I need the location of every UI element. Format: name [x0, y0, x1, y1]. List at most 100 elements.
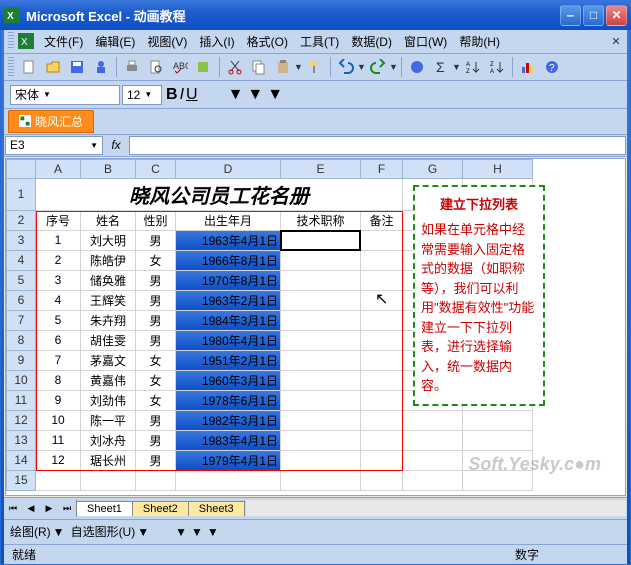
data-cell[interactable]: 10 [36, 411, 81, 431]
data-cell[interactable]: 1963年2月1日 [176, 291, 281, 311]
menu-tools[interactable]: 工具(T) [294, 31, 345, 52]
data-cell[interactable]: 1 [36, 231, 81, 251]
data-cell[interactable] [281, 471, 361, 491]
italic-button[interactable]: I [180, 86, 184, 104]
data-cell[interactable]: 王辉笑 [81, 291, 136, 311]
data-cell[interactable] [81, 471, 136, 491]
close-button[interactable]: ✕ [606, 5, 627, 26]
hscroll[interactable] [246, 500, 626, 516]
title-cell[interactable]: 晓风公司员工花名册 [36, 179, 403, 211]
menu-file[interactable]: 文件(F) [38, 31, 89, 52]
autoshapes-menu[interactable]: 自选图形(U) [71, 523, 136, 540]
data-cell[interactable]: 男 [136, 431, 176, 451]
data-cell[interactable] [281, 351, 361, 371]
data-cell[interactable] [281, 371, 361, 391]
select-all-corner[interactable] [6, 159, 36, 179]
data-cell[interactable] [463, 471, 533, 491]
data-cell[interactable]: 3 [36, 271, 81, 291]
header-cell[interactable]: 序号 [36, 211, 81, 231]
data-cell[interactable]: 女 [136, 371, 176, 391]
row-header-1[interactable]: 1 [6, 179, 36, 211]
row-header-7[interactable]: 7 [6, 311, 36, 331]
menu-help[interactable]: 帮助(H) [453, 31, 506, 52]
data-cell[interactable] [361, 291, 403, 311]
row-header-6[interactable]: 6 [6, 291, 36, 311]
grip-handle[interactable] [8, 32, 14, 50]
data-cell[interactable] [463, 411, 533, 431]
data-cell[interactable]: 男 [136, 331, 176, 351]
row-header-9[interactable]: 9 [6, 351, 36, 371]
data-cell[interactable]: 男 [136, 451, 176, 471]
row-header-12[interactable]: 12 [6, 411, 36, 431]
formatpainter-button[interactable] [304, 56, 326, 78]
menu-window[interactable]: 窗口(W) [398, 31, 453, 52]
data-cell[interactable]: 9 [36, 391, 81, 411]
col-header-G[interactable]: G [403, 159, 463, 179]
save-button[interactable] [66, 56, 88, 78]
sheet-nav-first[interactable]: ⏮ [4, 499, 22, 517]
data-cell[interactable]: 女 [136, 351, 176, 371]
data-cell[interactable]: 4 [36, 291, 81, 311]
header-cell[interactable]: 性别 [136, 211, 176, 231]
data-cell[interactable] [281, 431, 361, 451]
autosum-button[interactable]: Σ [430, 56, 452, 78]
chart-button[interactable] [517, 56, 539, 78]
data-cell[interactable] [281, 331, 361, 351]
col-header-F[interactable]: F [361, 159, 403, 179]
row-header-5[interactable]: 5 [6, 271, 36, 291]
font-size-combo[interactable]: 12▼ [122, 85, 162, 105]
data-cell[interactable] [361, 251, 403, 271]
row-header-4[interactable]: 4 [6, 251, 36, 271]
data-cell[interactable]: 茅嘉文 [81, 351, 136, 371]
data-cell[interactable] [361, 451, 403, 471]
col-header-E[interactable]: E [281, 159, 361, 179]
menu-view[interactable]: 视图(V) [141, 31, 193, 52]
data-cell[interactable]: 1970年8月1日 [176, 271, 281, 291]
data-cell[interactable]: 男 [136, 311, 176, 331]
data-cell[interactable] [176, 471, 281, 491]
paste-button[interactable] [272, 56, 294, 78]
data-cell[interactable]: 朱卉翔 [81, 311, 136, 331]
data-cell[interactable]: 男 [136, 231, 176, 251]
bold-button[interactable]: B [166, 86, 178, 104]
menu-edit[interactable]: 编辑(E) [89, 31, 141, 52]
data-cell[interactable]: 男 [136, 271, 176, 291]
new-button[interactable] [18, 56, 40, 78]
data-cell[interactable] [403, 451, 463, 471]
data-cell[interactable] [403, 431, 463, 451]
data-cell[interactable]: 陈一平 [81, 411, 136, 431]
sort-desc-button[interactable]: ZA [486, 56, 508, 78]
data-cell[interactable]: 1979年4月1日 [176, 451, 281, 471]
data-cell[interactable]: 1983年4月1日 [176, 431, 281, 451]
font-name-combo[interactable]: 宋体▼ [10, 85, 120, 105]
underline-button[interactable]: U [186, 86, 198, 104]
data-cell[interactable] [361, 471, 403, 491]
sheet-tab-Sheet2[interactable]: Sheet2 [132, 501, 189, 516]
data-cell[interactable] [361, 231, 403, 251]
data-cell[interactable]: 1982年3月1日 [176, 411, 281, 431]
header-cell[interactable]: 技术职称 [281, 211, 361, 231]
sheet-nav-next[interactable]: ▶ [40, 499, 58, 517]
data-cell[interactable]: 胡佳雯 [81, 331, 136, 351]
grip-handle[interactable] [8, 57, 14, 77]
data-cell[interactable] [281, 451, 361, 471]
row-header-8[interactable]: 8 [6, 331, 36, 351]
workbook-tab[interactable]: 晓风汇总 [8, 110, 94, 133]
data-cell[interactable] [281, 251, 361, 271]
data-cell[interactable]: 琚长州 [81, 451, 136, 471]
data-cell[interactable]: 1951年2月1日 [176, 351, 281, 371]
data-cell[interactable]: 刘冰舟 [81, 431, 136, 451]
minimize-button[interactable]: ‒ [560, 5, 581, 26]
data-cell[interactable] [361, 271, 403, 291]
data-cell[interactable]: 2 [36, 251, 81, 271]
data-cell[interactable] [136, 471, 176, 491]
data-cell[interactable] [403, 411, 463, 431]
data-cell[interactable] [281, 411, 361, 431]
doc-close-button[interactable]: ✕ [609, 34, 623, 48]
data-cell[interactable] [361, 371, 403, 391]
print-button[interactable] [121, 56, 143, 78]
data-cell[interactable]: 刘劲伟 [81, 391, 136, 411]
undo-button[interactable] [335, 56, 357, 78]
menu-format[interactable]: 格式(O) [241, 31, 294, 52]
row-header-10[interactable]: 10 [6, 371, 36, 391]
